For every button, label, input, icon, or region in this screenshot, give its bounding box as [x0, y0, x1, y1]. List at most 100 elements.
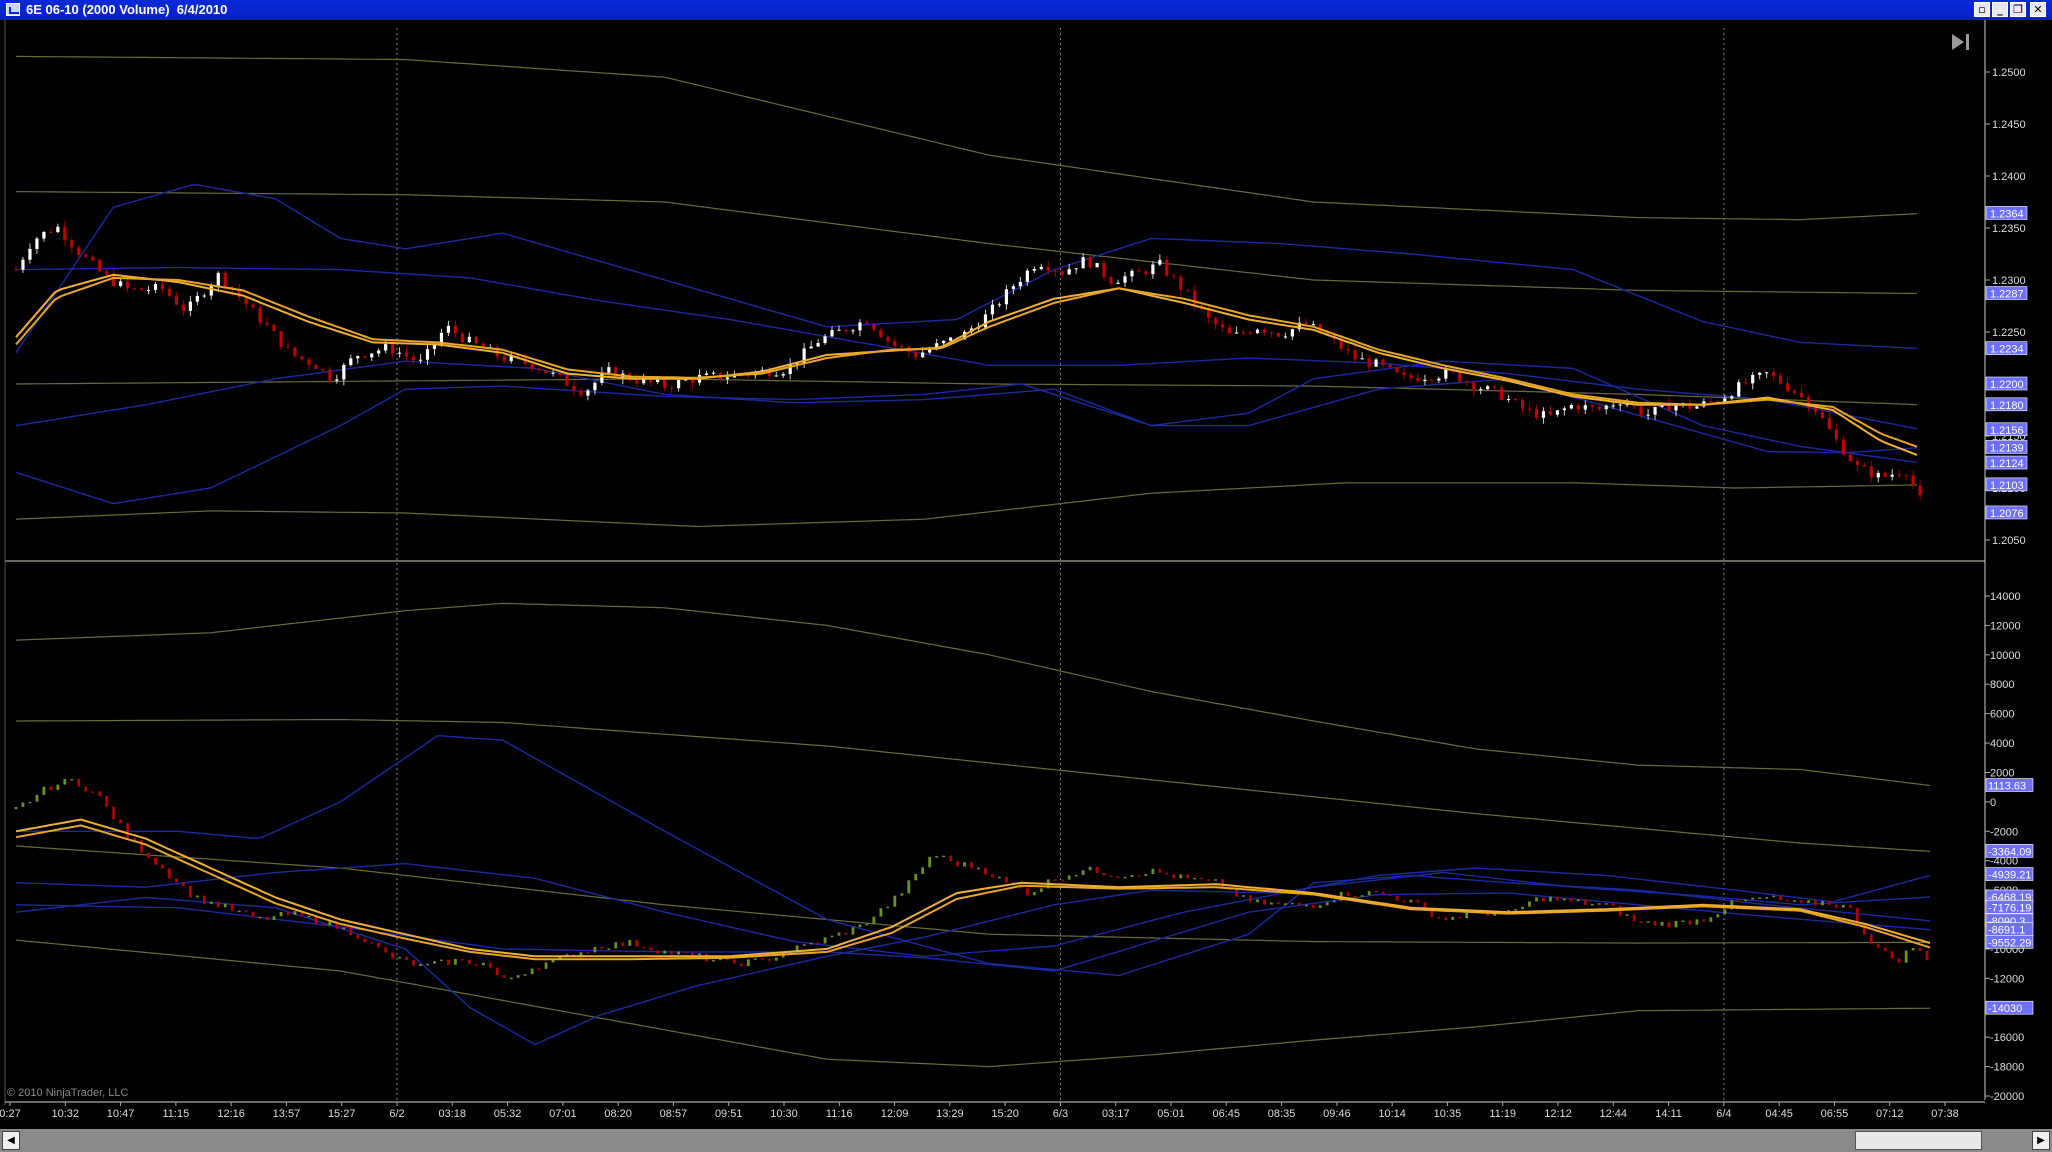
- candle-body: [1018, 281, 1022, 287]
- candle-body: [1276, 332, 1281, 337]
- candle-body: [1234, 332, 1239, 334]
- candle-body: [14, 269, 18, 271]
- candle-body: [1479, 389, 1483, 391]
- indicator-bar: [1911, 947, 1915, 951]
- candle-body: [1374, 359, 1378, 367]
- indicator-bar: [516, 975, 520, 978]
- price-chart-canvas[interactable]: 1.2500 1.2450 1.2400 1.2350 1.2300 1.2250 1.22…: [0, 20, 2052, 1129]
- candle-body: [1458, 371, 1462, 382]
- title-bar[interactable]: 6E 06-10 (2000 Volume) 6/4/2010 ▫ _ ❐ ✕: [0, 0, 2052, 21]
- indicator-bar: [1137, 875, 1141, 877]
- indicator-bar: [1828, 901, 1831, 905]
- indicator-bar: [984, 867, 987, 875]
- blue-band-line: [15, 867, 1931, 1046]
- candle-body: [1011, 286, 1015, 290]
- x-tick-label: 08:57: [660, 1108, 688, 1120]
- candle-body: [1883, 472, 1887, 477]
- indicator-value-flag-label: -7176.19: [1988, 902, 2031, 914]
- indicator-bar: [440, 959, 443, 962]
- candle-body: [1228, 327, 1232, 334]
- indicator-bar: [1653, 921, 1657, 926]
- indicator-bar: [1360, 895, 1364, 897]
- indicator-bar: [1437, 916, 1441, 919]
- indicator-bar: [872, 916, 876, 924]
- indicator-bar: [691, 952, 694, 956]
- scroll-to-end-icon[interactable]: [1952, 34, 1969, 50]
- scrollbar-thumb[interactable]: [1855, 1131, 1982, 1150]
- indicator-bar: [1876, 944, 1880, 948]
- candle-body: [1046, 266, 1050, 271]
- candle-body: [1123, 276, 1127, 283]
- candle-body: [286, 346, 290, 348]
- candle-body: [474, 336, 478, 344]
- candle-body: [1025, 270, 1029, 282]
- candle-body: [690, 379, 695, 383]
- candle-body: [1897, 474, 1901, 476]
- x-axis: 0:27 10:32 10:47 11:15 12:16 13:57 15:27 6/2 03:…: [0, 1101, 1985, 1120]
- indicator-bar: [1841, 904, 1845, 908]
- candle-body: [872, 324, 876, 330]
- x-tick-label: 03:17: [1102, 1108, 1130, 1120]
- candle-body: [1751, 374, 1755, 384]
- candle-body: [356, 356, 360, 359]
- indicator-bar: [154, 857, 157, 865]
- candle-body: [1004, 289, 1009, 305]
- price-value-flag-label: 1.2103: [1990, 480, 2024, 492]
- scroll-left-button[interactable]: ◀: [2, 1131, 20, 1150]
- x-tick-label: 6/2: [389, 1108, 404, 1120]
- candle-body: [677, 380, 681, 389]
- indicator-bar: [454, 959, 457, 965]
- indicator-bar: [126, 823, 129, 838]
- indicator-bar: [42, 786, 46, 795]
- olive-envelope-line: [16, 718, 1931, 852]
- candle-body: [900, 346, 904, 348]
- candle-body: [1779, 375, 1783, 384]
- close-button[interactable]: ✕: [2030, 2, 2046, 17]
- x-tick-label: 10:14: [1378, 1108, 1406, 1120]
- price-value-flag-label: 1.2124: [1990, 458, 2024, 470]
- minimize-button[interactable]: _: [1992, 2, 2008, 17]
- indicator-bar: [1451, 916, 1455, 920]
- horizontal-scrollbar[interactable]: ◀ ▶: [0, 1129, 2052, 1152]
- candle-body: [112, 274, 116, 286]
- indicator-bar: [460, 959, 464, 961]
- indicator-bar: [1409, 899, 1413, 903]
- x-tick-label: 05:32: [494, 1108, 522, 1120]
- maximize-button[interactable]: ❐: [2010, 2, 2026, 17]
- price-panel[interactable]: [4, 20, 1985, 1105]
- indicator-bar: [1639, 921, 1643, 923]
- scroll-right-button[interactable]: ▶: [2032, 1131, 2050, 1150]
- candle-body: [1848, 454, 1852, 462]
- indicator-panel[interactable]: [14, 602, 1931, 1068]
- indicator-tick-label: 2000: [1990, 767, 2014, 779]
- candle-body: [202, 295, 206, 297]
- restore-down-button[interactable]: ▫: [1974, 2, 1990, 17]
- indicator-bar: [746, 959, 750, 967]
- candle-body: [1869, 466, 1873, 478]
- indicator-bar: [474, 964, 478, 966]
- indicator-bar: [161, 864, 164, 869]
- indicator-bar: [1821, 901, 1824, 906]
- indicator-bar: [398, 956, 402, 959]
- candle-body: [1827, 417, 1832, 430]
- candle-body: [1904, 475, 1908, 477]
- candle-body: [1618, 404, 1622, 406]
- indicator-bar: [1116, 876, 1120, 879]
- indicator-bar: [1869, 934, 1873, 945]
- indicator-value-flag-label: -14030: [1988, 1003, 2022, 1015]
- olive-envelope-line: [15, 602, 1931, 787]
- indicator-bar: [1025, 888, 1029, 896]
- x-tick-label: 10:30: [770, 1108, 798, 1120]
- indicator-bar: [1151, 868, 1155, 875]
- candle-body: [586, 390, 590, 396]
- indicator-bar: [1465, 912, 1469, 919]
- price-value-flag-label: 1.2139: [1990, 442, 2024, 454]
- indicator-bar: [607, 948, 611, 950]
- price-value-flag-label: 1.2200: [1990, 379, 2024, 391]
- candle-body: [258, 307, 262, 323]
- candle-body: [1402, 372, 1406, 376]
- indicator-bar: [1674, 921, 1678, 928]
- candle-body: [370, 353, 374, 358]
- candle-body: [98, 260, 102, 272]
- indicator-tick-label: -18000: [1990, 1062, 2024, 1074]
